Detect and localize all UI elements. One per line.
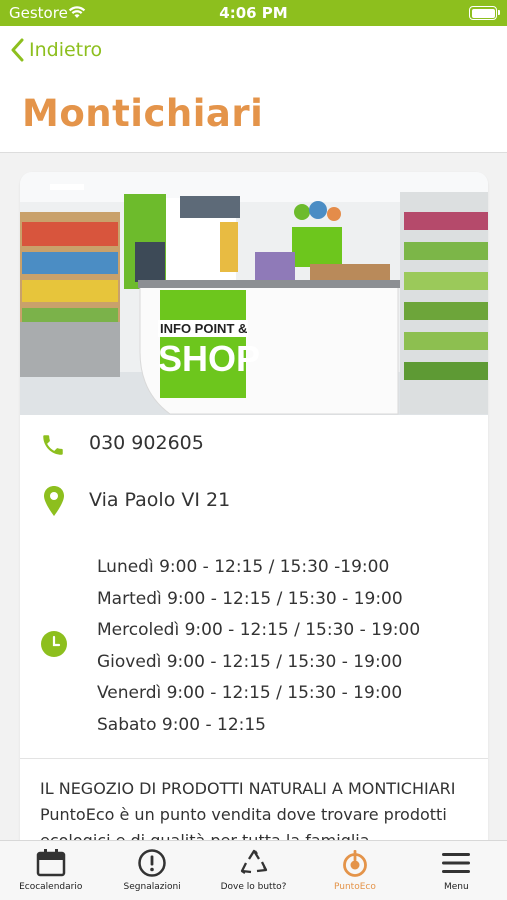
tab-puntoeco[interactable]: PuntoEco bbox=[304, 841, 405, 900]
clock-icon bbox=[41, 631, 67, 657]
address-text: Via Paolo VI 21 bbox=[89, 489, 231, 511]
hours-line: Martedì 9:00 - 12:15 / 15:30 - 19:00 bbox=[97, 588, 403, 609]
nav-header: Indietro Montichiari bbox=[0, 26, 507, 153]
store-photo: INFO POINT & SHOP bbox=[20, 172, 488, 415]
hours-line: Sabato 9:00 - 12:15 bbox=[97, 714, 266, 735]
tab-ecocalendario[interactable]: Ecocalendario bbox=[0, 841, 101, 900]
chevron-left-icon bbox=[11, 38, 24, 62]
phone-icon bbox=[43, 435, 63, 455]
tab-menu[interactable]: Menu bbox=[406, 841, 507, 900]
tab-bar: Ecocalendario Segnalazioni Dove lo butto… bbox=[0, 840, 507, 900]
phone-row[interactable]: 030 902605 bbox=[20, 430, 488, 460]
description-line: PuntoEco è un punto vendita dove trovare… bbox=[40, 805, 447, 824]
hours-line: Mercoledì 9:00 - 12:15 / 15:30 - 19:00 bbox=[97, 620, 421, 641]
hours-line: Venerdì 9:00 - 12:15 / 15:30 - 19:00 bbox=[97, 683, 403, 704]
calendar-icon bbox=[36, 849, 65, 877]
tab-dove-lo-butto[interactable]: Dove lo butto? bbox=[203, 841, 304, 900]
tab-label: Segnalazioni bbox=[123, 882, 181, 892]
tab-label: Ecocalendario bbox=[19, 882, 83, 892]
store-card: INFO POINT & SHOP 030 902605 Via Paolo V… bbox=[20, 172, 488, 872]
shop-sign-line1: INFO POINT & bbox=[158, 320, 248, 337]
phone-number: 030 902605 bbox=[89, 432, 204, 454]
description-heading: IL NEGOZIO DI PRODOTTI NATURALI A MONTIC… bbox=[40, 779, 456, 798]
battery-icon bbox=[469, 6, 500, 20]
back-label: Indietro bbox=[29, 39, 103, 61]
hours-line: Giovedì 9:00 - 12:15 / 15:30 - 19:00 bbox=[97, 651, 403, 672]
tab-segnalazioni[interactable]: Segnalazioni bbox=[101, 841, 202, 900]
shop-sign: INFO POINT & SHOP bbox=[158, 320, 261, 381]
hours-line: Lunedì 9:00 - 12:15 / 15:30 -19:00 bbox=[97, 557, 390, 577]
alert-icon bbox=[138, 849, 166, 877]
recycle-icon bbox=[240, 849, 267, 874]
clock: 4:06 PM bbox=[219, 4, 288, 22]
status-bar: Gestore 4:06 PM bbox=[0, 0, 507, 26]
puntoeco-icon bbox=[343, 850, 367, 877]
shop-sign-line2: SHOP bbox=[158, 338, 261, 379]
back-button[interactable]: Indietro bbox=[10, 38, 102, 62]
address-row[interactable]: Via Paolo VI 21 bbox=[20, 485, 488, 519]
menu-icon bbox=[442, 853, 471, 873]
divider bbox=[20, 758, 488, 759]
tab-label: Dove lo butto? bbox=[220, 882, 287, 892]
opening-hours: Lunedì 9:00 - 12:15 / 15:30 -19:00 Marte… bbox=[97, 552, 420, 742]
map-pin-icon bbox=[44, 486, 64, 516]
tab-label: PuntoEco bbox=[333, 882, 376, 892]
page-title: Montichiari bbox=[22, 92, 264, 135]
tab-label: Menu bbox=[443, 882, 469, 892]
